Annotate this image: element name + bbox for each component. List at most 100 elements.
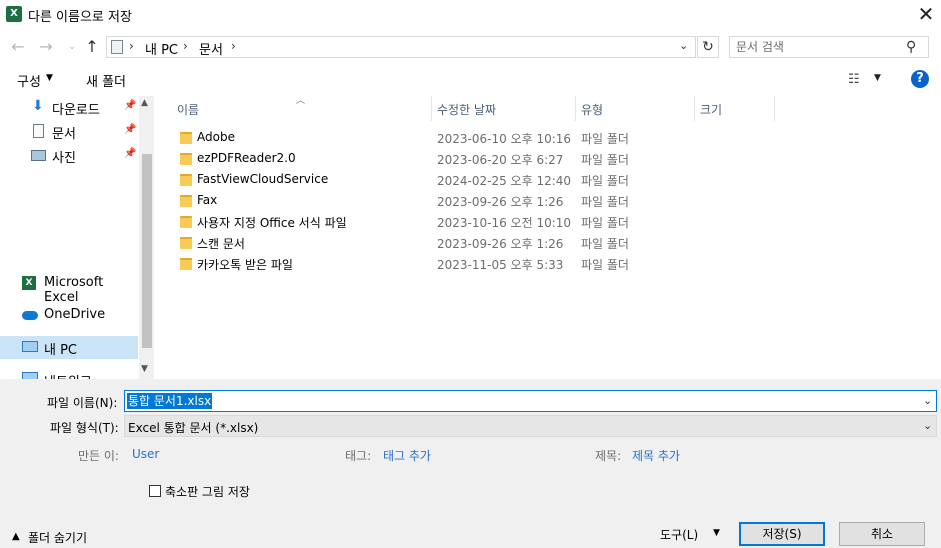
pc-location-icon	[111, 40, 123, 54]
onedrive-icon	[22, 311, 38, 320]
address-bar[interactable]: › 내 PC › 문서 › ⌄	[106, 36, 696, 58]
nav-item-pictures[interactable]: 사진 📌	[0, 144, 138, 167]
help-icon[interactable]: ?	[911, 70, 929, 88]
scroll-up-icon[interactable]: ▲	[141, 98, 148, 108]
breadcrumb-separator: ›	[183, 39, 188, 53]
folder-icon	[180, 174, 192, 186]
nav-item-downloads[interactable]: ⬇ 다운로드 📌	[0, 96, 138, 119]
chevron-up-icon[interactable]: ▲	[12, 531, 20, 542]
breadcrumb-documents[interactable]: 문서	[199, 39, 223, 58]
cancel-button[interactable]: 취소	[839, 522, 925, 546]
file-type: 파일 폴더	[581, 153, 629, 167]
new-folder-button[interactable]: 새 폴더	[86, 71, 126, 90]
tools-dropdown-icon[interactable]: ▼	[713, 528, 720, 538]
file-type: 파일 폴더	[581, 174, 629, 188]
tools-button[interactable]: 도구(L)	[660, 526, 698, 543]
pin-icon[interactable]: 📌	[124, 100, 136, 111]
folder-icon	[180, 237, 192, 249]
filename-dropdown-icon[interactable]: ⌄	[923, 394, 932, 407]
folder-icon	[180, 132, 192, 144]
save-button[interactable]: 저장(S)	[739, 522, 825, 546]
breadcrumb-this-pc[interactable]: 내 PC	[145, 39, 178, 58]
view-dropdown-icon[interactable]: ▼	[874, 73, 881, 83]
column-divider[interactable]	[774, 96, 775, 121]
network-icon	[22, 372, 38, 379]
file-name: Fax	[197, 193, 218, 207]
file-date: 2023-09-26 오후 1:26	[437, 237, 564, 251]
column-divider[interactable]	[431, 96, 432, 121]
navigation-pane: ⬇ 다운로드 📌 문서 📌 사진 📌 X Microsoft Excel One…	[0, 96, 154, 379]
pin-icon[interactable]: 📌	[124, 124, 136, 135]
tags-label: 태그:	[345, 449, 372, 463]
filename-label: 파일 이름(N):	[47, 396, 118, 410]
file-date: 2023-10-16 오전 10:10	[437, 216, 572, 230]
file-row[interactable]: 카카오톡 받은 파일 2023-11-05 오후 5:33 파일 폴더	[170, 253, 770, 274]
hide-folders-button[interactable]: 폴더 숨기기	[28, 529, 87, 546]
title-bar: X 다른 이름으로 저장 ✕	[0, 0, 941, 30]
author-value[interactable]: User	[132, 447, 159, 461]
forward-arrow-icon[interactable]: →	[36, 37, 56, 57]
column-date-modified[interactable]: 수정한 날짜	[437, 101, 496, 118]
file-type: 파일 폴더	[581, 237, 629, 251]
file-type: 파일 폴더	[581, 216, 629, 230]
file-name: FastViewCloudService	[197, 172, 329, 186]
refresh-icon[interactable]: ↻	[697, 36, 719, 58]
filetype-dropdown-icon[interactable]: ⌄	[923, 419, 932, 432]
search-box[interactable]: ⚲	[729, 36, 929, 58]
pin-icon[interactable]: 📌	[124, 148, 136, 159]
filename-input[interactable]: 통합 문서1.xlsx ⌄	[124, 390, 937, 412]
filename-value[interactable]: 통합 문서1.xlsx	[127, 393, 213, 409]
file-date: 2023-09-26 오후 1:26	[437, 195, 564, 209]
filetype-value: Excel 통합 문서 (*.xlsx)	[128, 421, 259, 435]
tags-input[interactable]: 태그 추가	[383, 447, 431, 464]
column-divider[interactable]	[575, 96, 576, 121]
file-row[interactable]: Adobe 2023-06-10 오후 10:16 파일 폴더	[170, 127, 770, 148]
column-divider[interactable]	[694, 96, 695, 121]
file-row[interactable]: 스캔 문서 2023-09-26 오후 1:26 파일 폴더	[170, 232, 770, 253]
window-title: 다른 이름으로 저장	[28, 10, 132, 25]
save-thumbnail-label[interactable]: 축소판 그림 저장	[165, 483, 250, 500]
column-size[interactable]: 크기	[700, 101, 722, 118]
column-name[interactable]: 이름	[177, 101, 199, 118]
search-icon[interactable]: ⚲	[906, 39, 916, 55]
column-type[interactable]: 유형	[581, 101, 603, 118]
folder-icon	[180, 195, 192, 207]
nav-item-onedrive[interactable]: OneDrive	[0, 304, 138, 327]
title-input[interactable]: 제목 추가	[632, 447, 680, 464]
file-row[interactable]: FastViewCloudService 2024-02-25 오후 12:40…	[170, 169, 770, 190]
breadcrumb-separator[interactable]: ›	[231, 39, 236, 53]
picture-icon	[31, 150, 46, 161]
nav-item-network[interactable]: 네트워크	[0, 368, 138, 379]
address-dropdown-icon[interactable]: ⌄	[679, 39, 688, 52]
file-row[interactable]: 사용자 지정 Office 서식 파일 2023-10-16 오전 10:10 …	[170, 211, 770, 232]
close-button[interactable]: ✕	[912, 2, 940, 28]
nav-item-label: 네트워크	[44, 371, 92, 379]
filetype-select[interactable]: Excel 통합 문서 (*.xlsx) ⌄	[124, 415, 937, 437]
view-options-icon[interactable]: ☷	[848, 72, 860, 87]
nav-item-microsoft-excel[interactable]: X Microsoft Excel	[0, 272, 138, 305]
file-date: 2023-06-10 오후 10:16	[437, 132, 572, 146]
organize-button[interactable]: 구성	[17, 71, 41, 90]
file-date: 2023-06-20 오후 6:27	[437, 153, 564, 167]
back-arrow-icon[interactable]: ←	[8, 37, 28, 57]
save-thumbnail-checkbox[interactable]	[149, 485, 161, 497]
file-name: 카카오톡 받은 파일	[197, 258, 293, 272]
file-name: 사용자 지정 Office 서식 파일	[197, 216, 347, 230]
breadcrumb-separator: ›	[129, 39, 134, 53]
search-input[interactable]	[736, 39, 896, 55]
recent-locations-chevron-icon[interactable]: ⌄	[62, 37, 82, 57]
file-row[interactable]: ezPDFReader2.0 2023-06-20 오후 6:27 파일 폴더	[170, 148, 770, 169]
nav-scrollbar-thumb[interactable]	[142, 154, 152, 348]
file-date: 2023-11-05 오후 5:33	[437, 258, 564, 272]
organize-dropdown-icon[interactable]: ▼	[46, 73, 53, 83]
file-name: ezPDFReader2.0	[197, 151, 296, 165]
folder-icon	[180, 153, 192, 165]
file-type: 파일 폴더	[581, 132, 629, 146]
nav-item-label: 내 PC	[44, 343, 78, 358]
up-arrow-icon[interactable]: ↑	[82, 37, 102, 57]
scroll-down-icon[interactable]: ▼	[141, 364, 148, 374]
nav-item-documents[interactable]: 문서 📌	[0, 120, 138, 143]
nav-item-this-pc[interactable]: 내 PC	[0, 336, 138, 359]
file-row[interactable]: Fax 2023-09-26 오후 1:26 파일 폴더	[170, 190, 770, 211]
nav-item-label: 다운로드	[52, 103, 100, 118]
